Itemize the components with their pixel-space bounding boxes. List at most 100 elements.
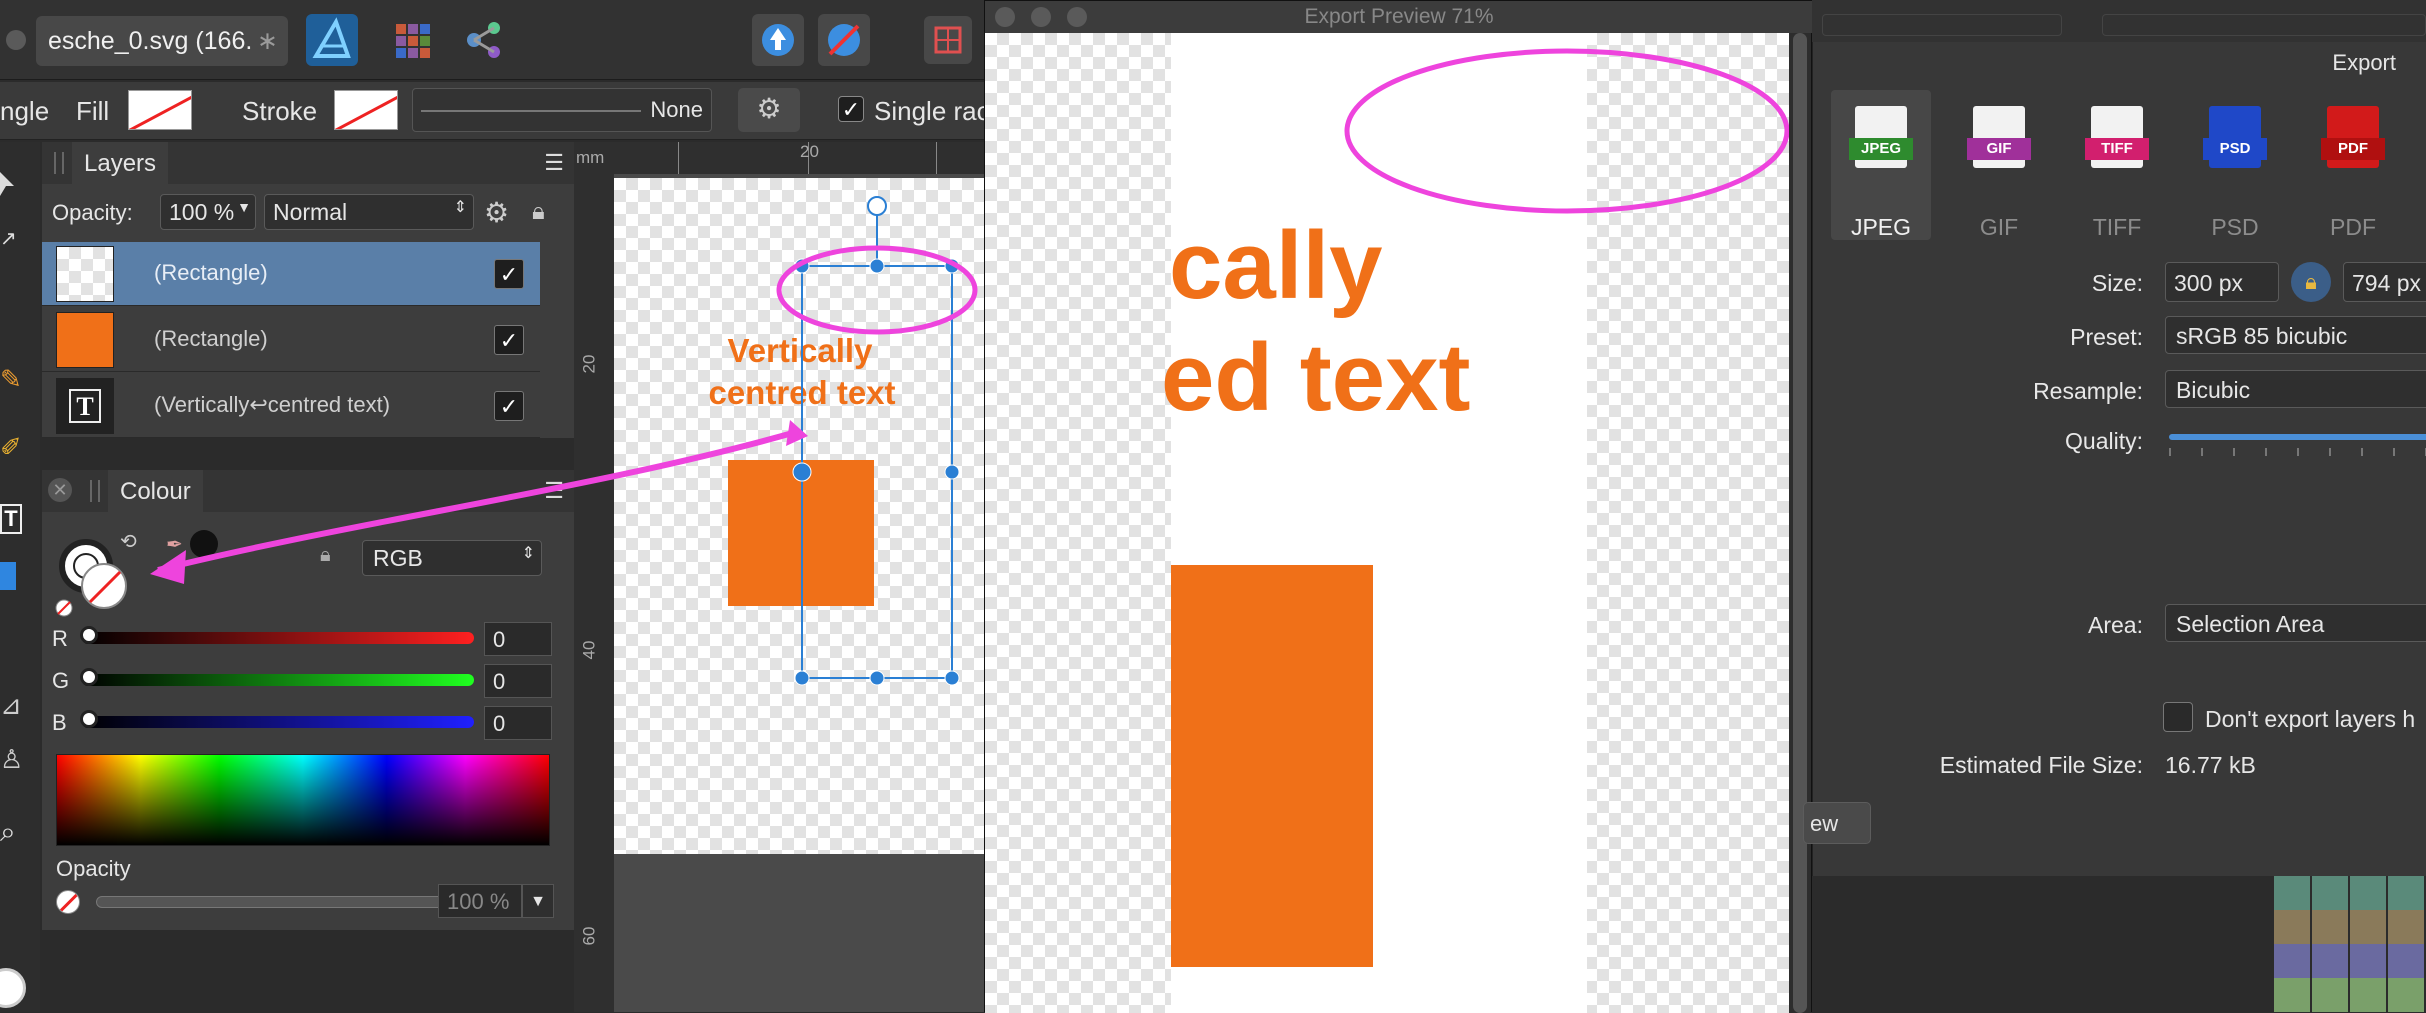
preset-dropdown[interactable]: sRGB 85 bicubic [2165, 316, 2426, 354]
window-zoom-button[interactable] [1067, 7, 1087, 27]
document-modified-icon[interactable]: ∗ [257, 26, 278, 56]
panel-grip-icon[interactable] [90, 480, 100, 502]
format-tiff[interactable]: TIFF TIFF [2067, 90, 2167, 240]
quality-slider[interactable] [2169, 434, 2426, 440]
eyedropper-icon[interactable]: ✒ [166, 532, 186, 556]
layer-thumbnail [56, 246, 114, 302]
slider-knob[interactable] [80, 668, 98, 686]
pencil-tool-icon[interactable]: ✐ [0, 432, 26, 462]
aspect-lock-icon[interactable]: 🔒︎ [2291, 262, 2331, 302]
single-radius-checkbox[interactable]: ✓ [838, 96, 864, 122]
format-pdf[interactable]: PDF PDF [2303, 90, 2403, 240]
preview-button[interactable]: ew [1803, 802, 1871, 844]
preview-title: Export Preview 71% [1304, 5, 1494, 28]
layer-row-rectangle-1[interactable]: (Rectangle) [42, 242, 540, 306]
layer-visibility-checkbox[interactable] [494, 259, 524, 289]
resample-dropdown[interactable]: Bicubic [2165, 370, 2426, 408]
blend-mode-dropdown[interactable]: Normal ⇕ [264, 194, 474, 230]
format-jpeg[interactable]: JPEG JPEG [1831, 90, 1931, 240]
panel-close-icon[interactable]: ✕ [48, 478, 72, 502]
green-slider[interactable] [80, 668, 474, 686]
export-persona-button[interactable] [458, 14, 510, 66]
layer-opacity-dropdown[interactable]: 100 % ▼ [160, 194, 256, 230]
insert-target-button[interactable] [818, 14, 870, 66]
colour-well-icon[interactable] [0, 968, 26, 1008]
export-panel: Export JPEG JPEG GIF GIF TIFF TIFF PSD P… [1803, 42, 2426, 876]
text-tool-icon[interactable]: T [0, 504, 22, 534]
context-toolbar: ngle Fill Stroke None ⚙ ✓ Single rac [0, 82, 1060, 140]
height-field[interactable]: 794 px [2343, 262, 2426, 302]
preview-canvas[interactable]: cally ed text [985, 33, 1789, 1013]
width-field[interactable]: 300 px [2165, 262, 2279, 302]
lock-icon[interactable]: 🔒︎ [320, 544, 331, 567]
move-tool-icon[interactable] [0, 172, 14, 198]
blue-slider[interactable] [80, 710, 474, 728]
opacity-value-field[interactable]: 100 % [438, 884, 522, 918]
fill-bucket-icon[interactable]: ♙ [0, 744, 23, 774]
opacity-dropdown-arrow-icon[interactable]: ▼ [522, 884, 554, 918]
format-gif[interactable]: GIF GIF [1949, 90, 2049, 240]
layer-visibility-checkbox[interactable] [494, 391, 524, 421]
format-psd[interactable]: PSD PSD [2185, 90, 2285, 240]
settings-gear-icon[interactable]: ⚙ [738, 88, 800, 132]
arrange-forward-button[interactable] [752, 14, 804, 66]
document-tab[interactable]: esche_0.svg (166. ∗ [36, 16, 288, 66]
format-label: PSD [2211, 214, 2259, 240]
preview-scrollbar[interactable] [1789, 33, 1811, 1013]
opacity-slider[interactable] [96, 896, 458, 908]
designer-persona-button[interactable] [306, 14, 358, 66]
zoom-tool-icon[interactable]: ⌕ [0, 816, 28, 847]
preview-title-bar: Export Preview 71% [985, 1, 1813, 33]
layer-settings-gear-icon[interactable]: ⚙ [484, 196, 509, 229]
dont-export-hidden-checkbox[interactable] [2163, 702, 2193, 732]
green-value: 0 [493, 669, 506, 694]
area-dropdown[interactable]: Selection Area [2165, 604, 2426, 642]
dont-export-hidden-label: Don't export layers h [2205, 706, 2416, 732]
fill-swatch[interactable] [128, 90, 192, 130]
crop-tool-icon[interactable]: ⊿ [0, 690, 22, 720]
fill-stroke-wells-icon[interactable]: ⟲ [54, 526, 174, 626]
colour-tab[interactable]: Colour [108, 470, 203, 512]
layer-row-text[interactable]: T (Vertically↩centred text) [42, 374, 540, 438]
slider-knob[interactable] [80, 626, 98, 644]
lock-icon[interactable]: 🔒︎ [532, 198, 545, 226]
colour-mode-dropdown[interactable]: RGB ⇕ [362, 540, 542, 576]
stroke-style-field[interactable]: None [412, 88, 712, 132]
red-value-field[interactable]: 0 [484, 622, 552, 656]
layer-visibility-checkbox[interactable] [494, 325, 524, 355]
window-close-button[interactable] [995, 7, 1015, 27]
panel-menu-icon[interactable]: ☰ [544, 150, 564, 176]
recent-colour-swatch[interactable] [190, 530, 218, 558]
format-label: GIF [1979, 214, 2019, 240]
gif-file-icon: GIF [1967, 106, 2031, 168]
flower-disabled-icon [828, 24, 860, 56]
panel-menu-icon[interactable]: ☰ [544, 478, 564, 504]
stroke-swatch[interactable] [334, 90, 398, 130]
no-fill-icon[interactable] [56, 890, 80, 914]
canvas-area[interactable] [614, 174, 984, 1012]
swatches-area [1812, 876, 2426, 1012]
node-tool-icon[interactable]: ↗ [0, 226, 20, 250]
shape-tool-icon[interactable] [0, 562, 16, 590]
panel-grip-icon[interactable] [54, 152, 64, 174]
scrollbar-thumb[interactable] [1793, 33, 1807, 1013]
layer-row-rectangle-2[interactable]: (Rectangle) [42, 308, 540, 372]
toolbar-button-group[interactable] [1822, 14, 2062, 36]
opacity-label: Opacity [56, 856, 131, 881]
brush-tool-icon[interactable]: ✎ [0, 364, 26, 394]
artboard[interactable] [614, 178, 984, 854]
snapping-button[interactable] [924, 16, 972, 64]
green-value-field[interactable]: 0 [484, 664, 552, 698]
blue-value-field[interactable]: 0 [484, 706, 552, 740]
slider-knob[interactable] [80, 710, 98, 728]
single-radius-label: Single rac [874, 96, 990, 126]
red-slider[interactable] [80, 626, 474, 644]
layers-tab[interactable]: Layers [72, 142, 169, 184]
window-close-dot[interactable] [6, 30, 26, 50]
window-minimize-button[interactable] [1031, 7, 1051, 27]
align-button-group[interactable] [2102, 14, 2426, 36]
layers-title: Layers [84, 150, 157, 177]
colour-spectrum-picker[interactable] [56, 754, 550, 846]
pixel-persona-button[interactable] [386, 14, 438, 66]
colour-swatch-grid[interactable] [2274, 876, 2426, 1012]
